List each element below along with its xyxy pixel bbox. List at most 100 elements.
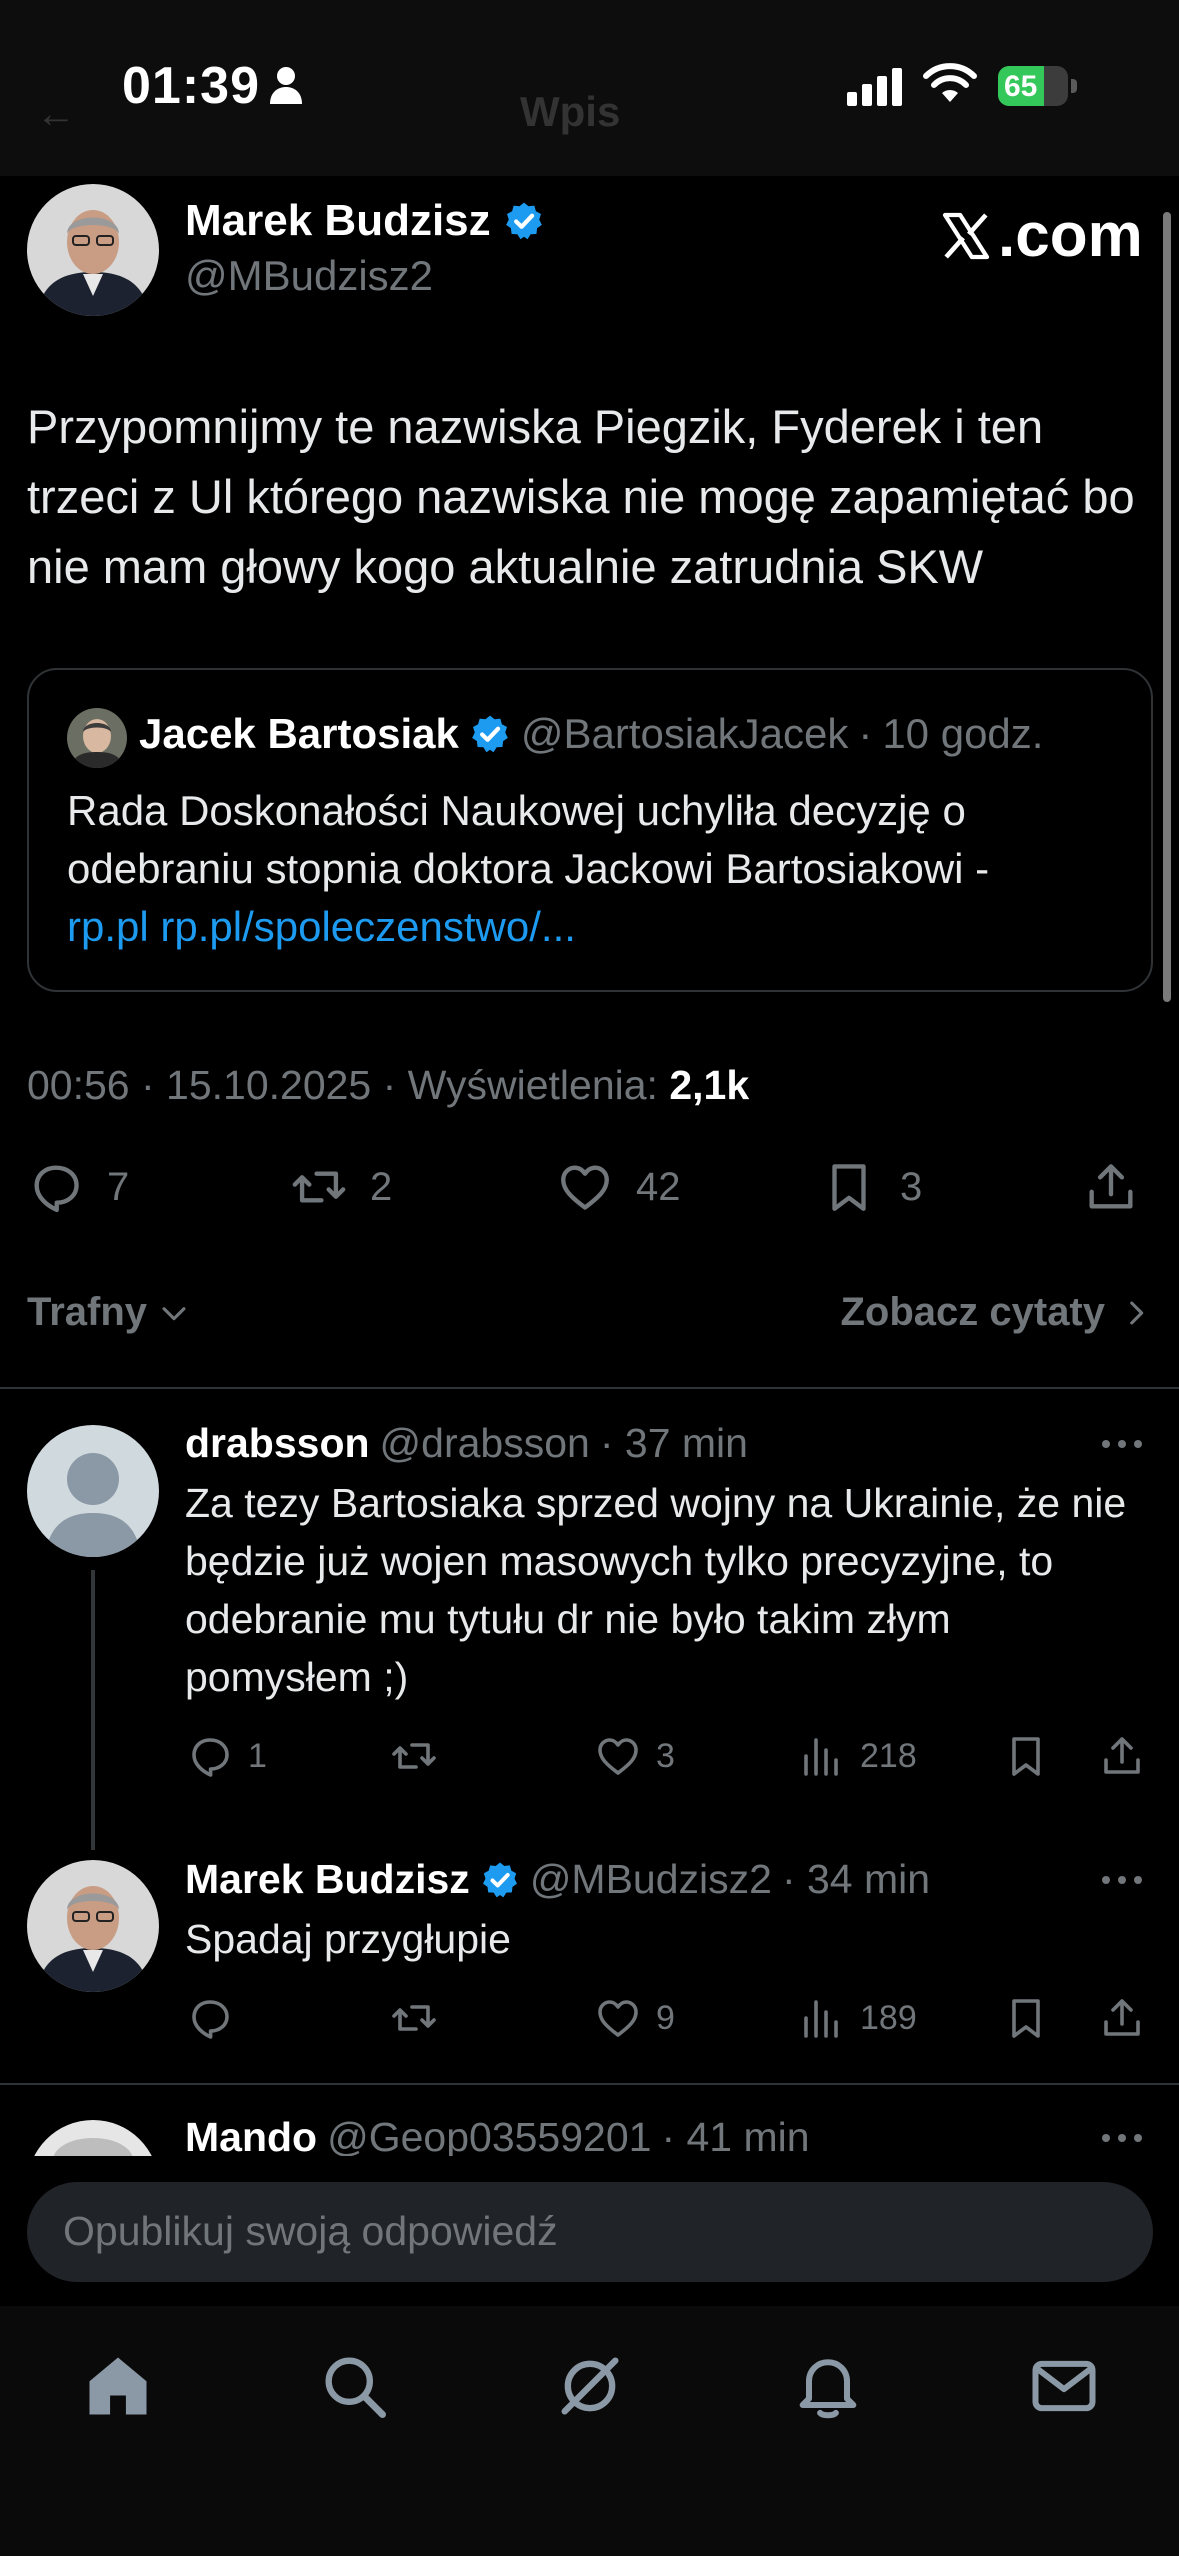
quote-author-name[interactable]: Jacek Bartosiak [139,710,459,758]
reply-text: Spadaj przygłupie [185,1916,511,1962]
reply-author-handle[interactable]: @Geop03559201 [327,2114,651,2161]
repost-icon [392,2005,436,2031]
bookmark-button[interactable] [1002,1994,1050,2042]
repost-icon [392,1743,436,1769]
sort-dropdown[interactable]: Trafny [27,1290,191,1335]
views-button[interactable]: 189 [798,1994,917,2042]
reply-time: · 34 min [781,1856,931,1902]
repost-button[interactable] [390,1732,438,1780]
share-icon [1089,1164,1133,1209]
status-bar: ← Wpis 01:39 65 [0,0,1179,176]
grok-icon [561,2357,619,2415]
bookmark-icon [1012,1999,1040,2038]
person-icon [270,67,302,104]
sort-row: Trafny Zobacz cytaty [27,1290,1153,1342]
reply-icon [192,2000,229,2039]
view-quotes-label: Zobacz cytaty [840,1290,1105,1334]
bookmark-icon [1012,1737,1040,1776]
quote-card[interactable]: Jacek Bartosiak @BartosiakJacek · 10 god… [27,668,1153,992]
tab-home[interactable] [80,2348,156,2424]
view-quotes-link[interactable]: Zobacz cytaty [840,1290,1153,1335]
tab-messages[interactable] [1026,2348,1102,2424]
reply-author-name[interactable]: Marek Budzisz [185,1856,470,1903]
views-button[interactable]: 218 [798,1732,917,1780]
post-views[interactable]: 2,1k [669,1062,749,1108]
like-count: 3 [656,1736,675,1775]
x-logo-icon [942,212,990,259]
views-chart-icon [804,1738,838,1776]
reply-button[interactable]: 1 [186,1732,267,1780]
quote-time: 10 godz. [882,710,1044,757]
views-chart-icon [804,2000,838,2038]
reply-author-handle[interactable]: @MBudzisz2 [530,1856,772,1903]
reply-count: 1 [248,1736,267,1775]
reply-count: 7 [107,1164,130,1209]
avatar[interactable] [27,184,159,316]
reply-button[interactable] [186,1994,234,2042]
avatar[interactable] [27,1860,159,1992]
divider [0,2083,1179,2085]
quote-separator: · [858,710,873,757]
quote-author-handle[interactable]: @BartosiakJacek [521,710,848,758]
back-arrow-icon[interactable]: ← [36,92,76,137]
views-count: 189 [860,1998,917,2037]
post-timestamp-text: 00:56 · 15.10.2025 · Wyświetlenia: [27,1062,658,1108]
avatar[interactable] [67,708,127,768]
scrollbar[interactable] [1163,212,1171,1002]
like-button[interactable]: 42 [556,1158,681,1216]
header-title: Wpis [520,88,621,135]
repost-count: 2 [370,1164,393,1209]
reply-author-name[interactable]: drabsson [185,1420,370,1467]
repost-icon [292,1171,346,1203]
reply-icon [192,1738,229,1777]
quote-link[interactable]: rp.pl rp.pl/spoleczenstwo/... [67,903,576,950]
more-options-icon[interactable] [1100,2132,1144,2144]
reply-header: Marek Budzisz @MBudzisz2 · 34 min [185,1856,930,1903]
reply-button[interactable]: 7 [27,1158,129,1216]
tab-notifications[interactable] [790,2348,866,2424]
reply-header: Mando @Geop03559201 · 41 min [185,2114,810,2161]
verified-badge-icon [505,202,542,240]
repost-button[interactable]: 2 [290,1158,392,1216]
home-icon [89,2357,147,2415]
thread-line [91,1570,95,1850]
bookmark-icon [832,1164,866,1211]
verified-badge-icon [472,715,508,753]
like-button[interactable]: 9 [594,1994,675,2042]
share-button[interactable] [1082,1158,1140,1216]
more-options-icon[interactable] [1100,1438,1144,1450]
views-count: 218 [860,1736,917,1775]
author-name-text[interactable]: Marek Budzisz [185,196,491,246]
avatar[interactable] [27,1425,159,1557]
reply-icon [34,1165,79,1213]
tab-search[interactable] [316,2348,392,2424]
author-handle[interactable]: @MBudzisz2 [185,252,433,300]
quote-header: Jacek Bartosiak @BartosiakJacek · 10 god… [139,710,1043,758]
reply-time: · 41 min [661,2114,810,2160]
reply-author-name[interactable]: Mando [185,2114,317,2161]
more-options-icon[interactable] [1100,1874,1144,1886]
reply-author-handle[interactable]: @drabsson [380,1420,590,1467]
bookmark-button[interactable]: 3 [820,1158,922,1216]
chevron-right-icon [1130,1301,1144,1324]
verified-badge-icon [482,1862,517,1897]
share-button[interactable] [1098,1994,1146,2042]
notifications-icon [799,2359,857,2419]
share-icon [1104,1737,1140,1774]
bookmark-button[interactable] [1002,1732,1050,1780]
author-name[interactable]: Marek Budzisz [185,196,545,246]
quote-body: Rada Doskonałości Naukowej uchyliła decy… [67,787,990,892]
chevron-down-icon [162,1306,186,1320]
post-actions: 7 2 42 3 [0,1158,1179,1228]
repost-button[interactable] [390,1994,438,2042]
tab-grok[interactable] [552,2348,628,2424]
sort-label: Trafny [27,1290,148,1334]
post-timestamp: 00:56 · 15.10.2025 · Wyświetlenia: 2,1k [27,1062,749,1109]
status-time: 01:39 [122,57,260,115]
like-button[interactable]: 3 [594,1732,675,1780]
share-button[interactable] [1098,1732,1146,1780]
divider [0,1387,1179,1389]
like-count: 42 [636,1164,681,1209]
reply-input[interactable]: Opublikuj swoją odpowiedź [27,2182,1153,2282]
messages-icon [1032,2360,1096,2412]
